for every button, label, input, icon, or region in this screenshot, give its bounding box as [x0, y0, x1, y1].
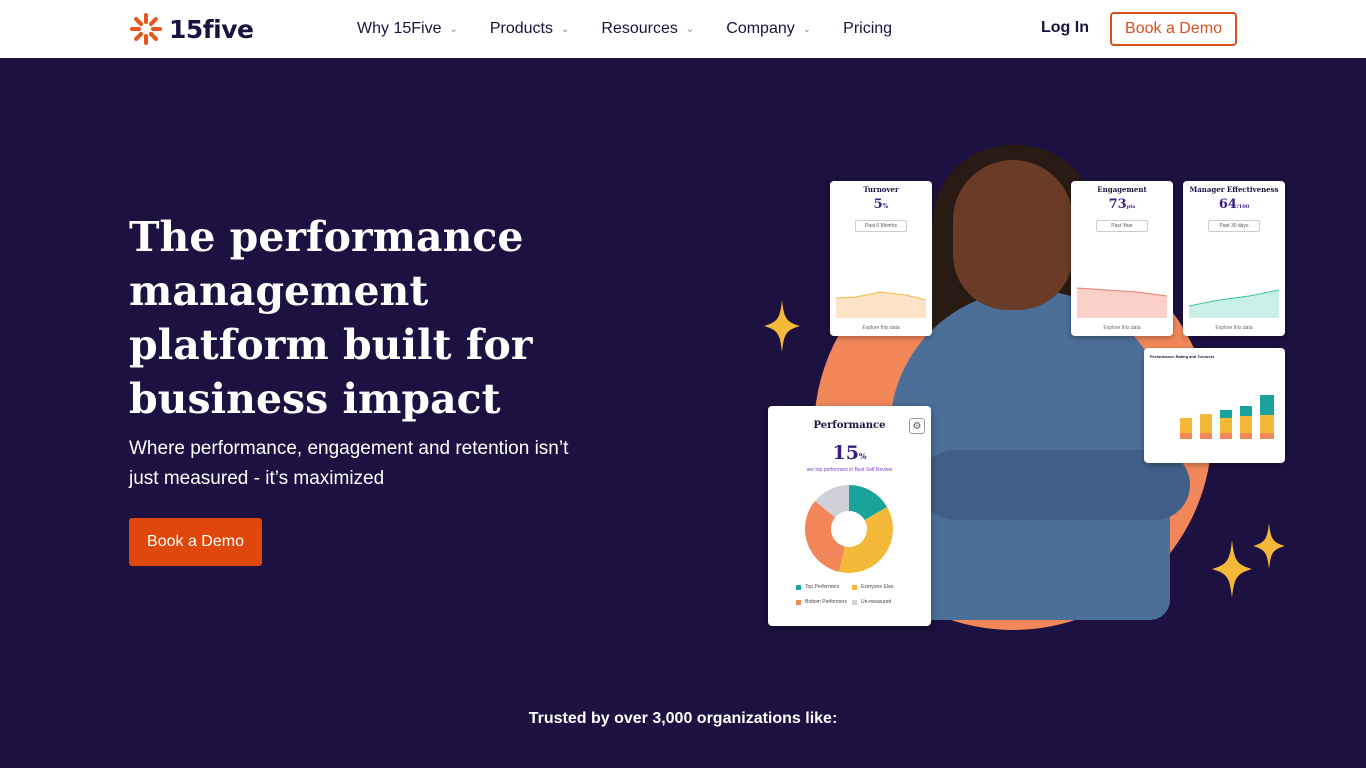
menu-products[interactable]: Products ⌄	[490, 20, 570, 38]
card-subtitle: are top performers in Best Self Review	[806, 467, 893, 473]
manager-sparkline	[1189, 289, 1279, 318]
sparkle-icon	[764, 300, 800, 352]
legend-item: Everyone Else	[852, 584, 912, 590]
login-link[interactable]: Log In	[1041, 19, 1089, 37]
card-title: Manager Effectiveness	[1189, 185, 1279, 194]
explore-link[interactable]: Explore this data	[1183, 325, 1285, 331]
card-value: 73pts	[1108, 197, 1136, 212]
sparkle-icon	[1253, 522, 1285, 570]
period-button[interactable]: Past 30 days	[1208, 220, 1260, 232]
card-value: 5%	[873, 197, 889, 212]
rating-bar-chart	[1180, 395, 1274, 439]
menu-company[interactable]: Company ⌄	[726, 20, 811, 38]
logo-text: 15five	[169, 14, 254, 44]
donut-legend: Top Performers Everyone Else Bottom Perf…	[796, 584, 926, 605]
engagement-card: Engagement 73pts Past Year Explore this …	[1071, 181, 1173, 336]
logo[interactable]: 15five	[129, 12, 254, 46]
performance-donut-chart	[804, 484, 893, 573]
performance-card: Performance ⚙ 15% are top performers in …	[768, 406, 931, 626]
explore-link[interactable]: Explore this data	[1071, 325, 1173, 331]
engagement-sparkline	[1077, 287, 1167, 318]
menu-label: Resources	[601, 20, 678, 37]
menu-why-15five[interactable]: Why 15Five ⌄	[357, 20, 458, 38]
legend-item: Bottom Performers	[796, 599, 852, 605]
chevron-down-icon: ⌄	[561, 23, 570, 35]
menu-pricing[interactable]: Pricing	[843, 20, 892, 38]
sparkle-icon	[1212, 540, 1252, 598]
legend-item: Un-measured	[852, 599, 912, 605]
chevron-down-icon: ⌄	[449, 23, 458, 35]
menu-label: Why 15Five	[357, 20, 442, 37]
menu-label: Company	[726, 20, 795, 37]
period-button[interactable]: Past 6 Months	[855, 220, 907, 232]
top-nav: 15five Why 15Five ⌄ Products ⌄ Resources…	[0, 0, 1366, 58]
card-value: 64/100	[1218, 197, 1250, 212]
menu-label: Products	[489, 20, 553, 37]
person-face	[953, 160, 1073, 310]
performance-rating-card: Performance Rating and Turnover	[1144, 348, 1285, 463]
trusted-by-text: Trusted by over 3,000 organizations like…	[528, 710, 838, 727]
turnover-card: Turnover 5% Past 6 Months Explore this d…	[830, 181, 932, 336]
chevron-down-icon: ⌄	[802, 23, 812, 35]
card-title: Turnover	[863, 185, 899, 194]
menu-label: Pricing	[843, 20, 893, 37]
menu-resources[interactable]: Resources ⌄	[601, 20, 694, 38]
explore-link[interactable]: Explore this data	[830, 325, 932, 331]
main-menu: Why 15Five ⌄ Products ⌄ Resources ⌄ Comp…	[357, 0, 924, 58]
turnover-sparkline	[836, 291, 926, 318]
book-demo-nav-button[interactable]: Book a Demo	[1110, 12, 1237, 46]
card-title: Performance Rating and Turnover	[1150, 354, 1215, 359]
gear-icon[interactable]: ⚙	[909, 418, 925, 434]
hero-illustration: Turnover 5% Past 6 Months Explore this d…	[760, 140, 1300, 640]
chevron-down-icon: ⌄	[685, 23, 695, 35]
manager-effectiveness-card: Manager Effectiveness 64/100 Past 30 day…	[1183, 181, 1285, 336]
card-value: 15%	[832, 442, 867, 464]
legend-item: Top Performers	[796, 584, 852, 590]
logo-burst-icon	[130, 13, 162, 45]
card-title: Performance	[813, 420, 886, 431]
book-demo-button[interactable]: Book a Demo	[129, 518, 262, 566]
card-title: Engagement	[1097, 185, 1147, 194]
hero-title: The performance management platform buil…	[129, 213, 533, 423]
hero-subtitle: Where performance, engagement and retent…	[129, 438, 569, 489]
period-button[interactable]: Past Year	[1096, 220, 1148, 232]
